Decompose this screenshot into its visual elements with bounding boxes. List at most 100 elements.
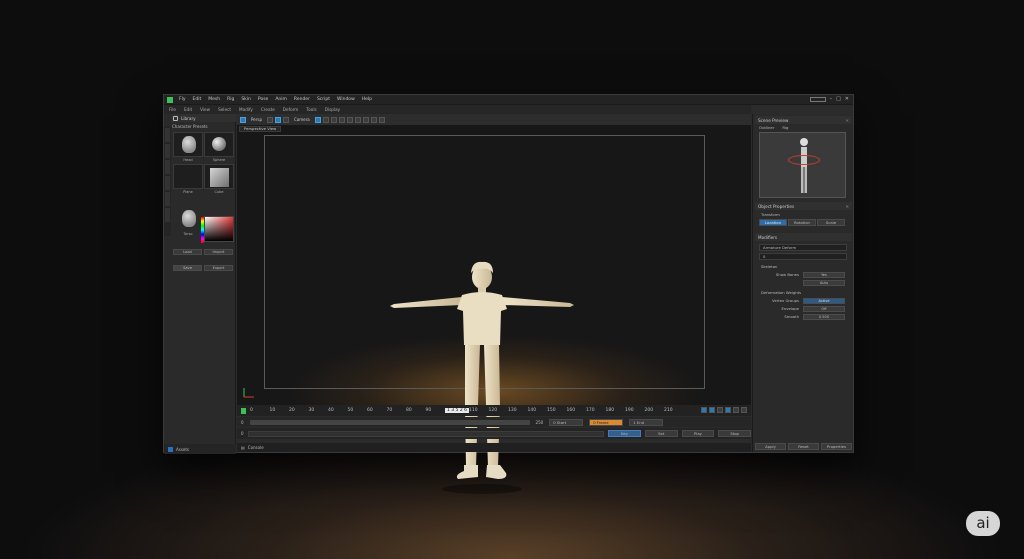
- key-button[interactable]: Key: [608, 430, 641, 437]
- rotate-tool-icon[interactable]: [275, 116, 281, 123]
- menu-item[interactable]: Skin: [241, 97, 251, 102]
- minimize-icon[interactable]: –: [830, 96, 833, 102]
- close-icon[interactable]: ✕: [845, 96, 849, 102]
- scale-tool-icon[interactable]: [283, 116, 289, 123]
- start-frame-field[interactable]: 0 Start: [549, 418, 584, 426]
- import-button[interactable]: Import: [204, 249, 233, 255]
- vertical-tab[interactable]: [165, 160, 170, 174]
- camera-label[interactable]: Camera: [294, 117, 310, 122]
- tab-rig[interactable]: Rig: [782, 125, 788, 130]
- toolbar-item[interactable]: Deform: [283, 107, 299, 112]
- properties-button[interactable]: Properties: [821, 443, 852, 450]
- overlay-icon[interactable]: [370, 116, 377, 123]
- view-mode-label[interactable]: Persp: [251, 117, 262, 122]
- play-icon[interactable]: [241, 407, 246, 414]
- range-slider[interactable]: [249, 419, 530, 425]
- toolbar-item[interactable]: Modify: [239, 107, 253, 112]
- export-button[interactable]: Export: [204, 265, 233, 271]
- envelope-value[interactable]: Off: [803, 306, 845, 312]
- record-icon[interactable]: [733, 407, 739, 413]
- refresh-icon[interactable]: [378, 116, 385, 123]
- modifier-value-field[interactable]: 0: [759, 253, 847, 260]
- thumb-cube[interactable]: Cube: [204, 164, 234, 194]
- tab-outliner[interactable]: Outliner: [759, 125, 774, 130]
- play-button[interactable]: Play: [681, 430, 715, 437]
- close-icon[interactable]: ✕: [845, 204, 849, 209]
- toolbar-item[interactable]: Display: [325, 107, 340, 112]
- show-bones-value[interactable]: Yes: [803, 272, 845, 278]
- layout-selector[interactable]: [809, 96, 826, 102]
- close-icon[interactable]: ✕: [845, 118, 849, 123]
- vertical-tab[interactable]: [165, 176, 170, 190]
- menu-item[interactable]: Render: [294, 97, 310, 102]
- toolbar-item[interactable]: File: [169, 107, 176, 112]
- thumb-sphere[interactable]: Sphere: [204, 132, 234, 162]
- wireframe-icon[interactable]: [346, 116, 353, 123]
- color-picker[interactable]: [201, 216, 234, 243]
- maximize-icon[interactable]: □: [836, 96, 841, 102]
- menu-item[interactable]: Help: [362, 97, 372, 102]
- end-frame-field[interactable]: 1 End: [629, 418, 664, 426]
- toolbar-item[interactable]: Create: [261, 107, 275, 112]
- smooth-value[interactable]: 0.500: [803, 314, 845, 320]
- skeleton-group-title[interactable]: Skeleton: [761, 264, 777, 269]
- toolbar-item[interactable]: Select: [218, 107, 231, 112]
- character-model[interactable]: [382, 249, 582, 499]
- toolbar-item[interactable]: View: [200, 107, 210, 112]
- console-label[interactable]: Console: [248, 445, 264, 450]
- next-key-icon[interactable]: [725, 407, 731, 413]
- shading-icon[interactable]: [338, 116, 345, 123]
- console-icon[interactable]: ▤: [241, 445, 245, 450]
- settings-icon[interactable]: [741, 407, 747, 413]
- menu-item[interactable]: Window: [337, 97, 355, 102]
- current-frame-field[interactable]: 0 Frame: [589, 418, 624, 426]
- auto-value[interactable]: Auto: [803, 280, 845, 286]
- select-tool-icon[interactable]: [240, 116, 246, 123]
- command-field[interactable]: [247, 430, 605, 437]
- vertical-tab[interactable]: [165, 192, 170, 206]
- rotation-button[interactable]: Rotation: [788, 219, 816, 226]
- vertical-tab[interactable]: [165, 208, 170, 222]
- weights-icon[interactable]: [362, 116, 369, 123]
- vertical-tab[interactable]: [165, 128, 170, 142]
- toolbar-item[interactable]: Tools: [306, 107, 316, 112]
- scale-button[interactable]: Scale: [817, 219, 845, 226]
- 3d-viewport[interactable]: Perspective View: [237, 125, 751, 494]
- apply-button[interactable]: Apply: [755, 443, 786, 450]
- menu-item[interactable]: Rig: [227, 97, 234, 102]
- menu-item[interactable]: Edit: [193, 97, 202, 102]
- key-icon[interactable]: [701, 407, 707, 413]
- save-button[interactable]: Save: [173, 265, 202, 271]
- toolbar-item[interactable]: Edit: [184, 107, 192, 112]
- thumb-plane[interactable]: Plane: [173, 164, 203, 194]
- reset-button[interactable]: Reset: [788, 443, 819, 450]
- bones-icon[interactable]: [354, 116, 361, 123]
- rotation-ring-icon[interactable]: [788, 155, 820, 165]
- load-button[interactable]: Load: [173, 249, 202, 255]
- scene-preview[interactable]: [759, 132, 846, 198]
- menu-item[interactable]: Anim: [275, 97, 287, 102]
- menu-item[interactable]: Pose: [258, 97, 268, 102]
- vertex-groups-value[interactable]: Active: [803, 298, 845, 304]
- prev-key-icon[interactable]: [717, 407, 723, 413]
- hue-slider[interactable]: [201, 217, 204, 243]
- timeline-ruler[interactable]: 0 10 20 30 40 50 60 70 80 90 1 3 5 2 6 1…: [237, 405, 751, 416]
- vertical-tab[interactable]: [165, 144, 170, 158]
- viewport-tab[interactable]: Perspective View: [239, 126, 282, 132]
- menu-item[interactable]: Script: [317, 97, 330, 102]
- thumb-head[interactable]: Head: [173, 132, 203, 162]
- lights-icon[interactable]: [330, 116, 337, 123]
- current-frame-indicator[interactable]: 1 3 5 2 6: [445, 408, 469, 413]
- thumb-torso[interactable]: Torso: [173, 206, 203, 236]
- location-button[interactable]: Location: [759, 219, 787, 226]
- grid-icon[interactable]: [314, 116, 321, 123]
- deformation-group-title[interactable]: Deformation Weights: [761, 290, 801, 295]
- menu-item[interactable]: Fly: [179, 97, 186, 102]
- menu-item[interactable]: Mesh: [208, 97, 220, 102]
- set-button[interactable]: Set: [644, 430, 678, 437]
- loop-icon[interactable]: [709, 407, 715, 413]
- stop-button[interactable]: Stop: [718, 430, 751, 437]
- snap-icon[interactable]: [322, 116, 329, 123]
- modifier-name-field[interactable]: Armature Deform: [759, 244, 847, 251]
- move-tool-icon[interactable]: [267, 116, 273, 123]
